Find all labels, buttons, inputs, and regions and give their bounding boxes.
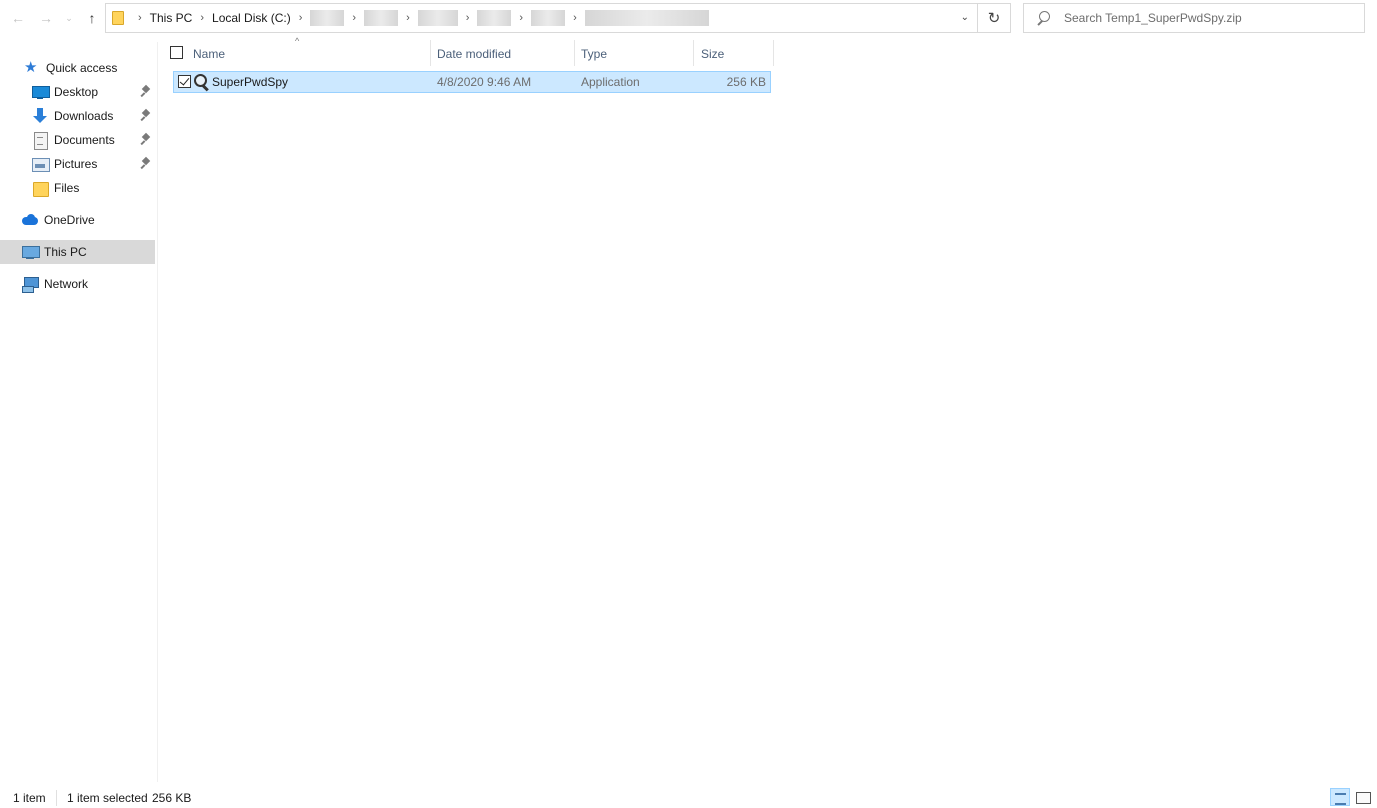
column-divider[interactable] xyxy=(773,40,774,66)
file-type: Application xyxy=(581,75,640,89)
downloads-icon xyxy=(32,108,48,124)
breadcrumb-separator[interactable]: › xyxy=(406,12,410,24)
sidebar-item-label: Downloads xyxy=(54,109,114,123)
sidebar-item-files[interactable]: Files xyxy=(0,176,155,200)
up-button[interactable]: ↑ xyxy=(82,8,102,28)
breadcrumb-separator[interactable]: › xyxy=(138,12,142,24)
file-date-modified: 4/8/2020 9:46 AM xyxy=(437,75,532,89)
this-pc-icon xyxy=(22,244,40,260)
column-divider[interactable] xyxy=(574,40,575,66)
column-header-label: Type xyxy=(581,47,608,61)
breadcrumb-separator[interactable]: › xyxy=(299,12,303,24)
breadcrumb-separator[interactable]: › xyxy=(352,12,356,24)
column-header-date-modified[interactable]: Date modified xyxy=(437,42,573,66)
status-divider xyxy=(56,790,57,806)
breadcrumb-separator[interactable]: › xyxy=(466,12,470,24)
navigation-pane: Quick access Desktop Downloads Documents… xyxy=(0,42,158,782)
search-box[interactable] xyxy=(1023,3,1365,33)
column-header-name[interactable]: Name xyxy=(193,42,429,66)
sidebar-item-label: Quick access xyxy=(46,61,118,75)
table-row[interactable]: SuperPwdSpy 4/8/2020 9:46 AM Application… xyxy=(173,71,771,93)
sidebar-item-desktop[interactable]: Desktop xyxy=(0,80,155,104)
column-header-label: Date modified xyxy=(437,47,512,61)
sidebar-item-network[interactable]: Network xyxy=(0,272,155,296)
sidebar-item-this-pc[interactable]: This PC xyxy=(0,240,155,264)
sidebar-item-documents[interactable]: Documents xyxy=(0,128,155,152)
back-button[interactable]: ← xyxy=(8,8,28,28)
file-size: 256 KB xyxy=(726,75,766,89)
breadcrumb-redacted[interactable] xyxy=(531,10,566,26)
breadcrumb-this-pc[interactable]: This PC xyxy=(150,11,193,25)
magnifier-app-icon xyxy=(193,73,211,91)
breadcrumb-local-disk[interactable]: Local Disk (C:) xyxy=(212,11,291,25)
address-bar[interactable]: › This PC › Local Disk (C:) › › › › › › … xyxy=(105,3,978,33)
back-arrow-icon: ← xyxy=(11,10,25,26)
chevron-down-icon: ⌄ xyxy=(65,12,73,23)
folder-icon xyxy=(112,11,124,25)
breadcrumb-redacted[interactable] xyxy=(584,10,709,26)
pictures-icon xyxy=(32,156,50,172)
search-input[interactable] xyxy=(1064,11,1354,25)
forward-button[interactable]: → xyxy=(36,8,56,28)
breadcrumb-separator[interactable]: › xyxy=(573,12,577,24)
breadcrumb-redacted[interactable] xyxy=(477,10,512,26)
pin-icon xyxy=(141,134,151,146)
select-all-checkbox[interactable] xyxy=(170,46,183,59)
breadcrumb-separator[interactable]: › xyxy=(519,12,523,24)
refresh-button[interactable]: ↻ xyxy=(978,3,1011,33)
column-header-type[interactable]: Type xyxy=(581,42,691,66)
sidebar-item-pictures[interactable]: Pictures xyxy=(0,152,155,176)
star-icon xyxy=(24,58,40,76)
breadcrumb-separator[interactable]: › xyxy=(200,12,204,24)
breadcrumb-redacted[interactable] xyxy=(310,10,345,26)
sidebar-item-label: Pictures xyxy=(54,157,98,171)
up-arrow-icon: ↑ xyxy=(88,10,96,26)
row-checkbox[interactable] xyxy=(178,75,191,88)
sidebar-item-label: Documents xyxy=(54,133,115,147)
column-divider[interactable] xyxy=(430,40,431,66)
file-name[interactable]: SuperPwdSpy xyxy=(212,75,288,89)
refresh-icon: ↻ xyxy=(987,10,1001,27)
network-icon xyxy=(22,276,39,293)
column-divider[interactable] xyxy=(693,40,694,66)
details-view-button[interactable] xyxy=(1330,788,1350,806)
recent-locations-button[interactable]: ⌄ xyxy=(62,8,76,28)
pin-icon xyxy=(141,110,151,122)
forward-arrow-icon: → xyxy=(39,10,53,26)
sidebar-item-downloads[interactable]: Downloads xyxy=(0,104,155,128)
breadcrumb: › This PC › Local Disk (C:) › › › › › › xyxy=(130,10,709,26)
sidebar-item-label: Files xyxy=(54,181,80,195)
sidebar-item-quick-access[interactable]: Quick access xyxy=(0,56,155,80)
large-icons-view-button[interactable] xyxy=(1352,788,1372,806)
column-header-label: Size xyxy=(701,47,725,61)
breadcrumb-redacted[interactable] xyxy=(417,10,458,26)
pin-icon xyxy=(141,86,151,98)
sidebar-item-label: OneDrive xyxy=(44,213,95,227)
documents-icon xyxy=(32,132,48,150)
pin-icon xyxy=(141,158,151,170)
status-item-count: 1 item xyxy=(13,791,46,805)
breadcrumb-redacted[interactable] xyxy=(364,10,399,26)
search-icon xyxy=(1036,11,1050,25)
sidebar-item-onedrive[interactable]: OneDrive xyxy=(0,208,155,232)
status-selection: 1 item selected xyxy=(67,791,148,805)
address-dropdown-icon[interactable]: ⌄ xyxy=(961,12,969,23)
folder-icon xyxy=(32,180,49,197)
column-header-label: Name xyxy=(193,47,226,61)
sidebar-item-label: Desktop xyxy=(54,85,99,99)
desktop-icon xyxy=(32,84,50,100)
onedrive-icon xyxy=(22,212,38,228)
column-header-size[interactable]: Size xyxy=(701,42,771,66)
sidebar-item-label: This PC xyxy=(44,245,87,259)
status-selection-size: 256 KB xyxy=(152,791,192,805)
sidebar-item-label: Network xyxy=(44,277,89,291)
